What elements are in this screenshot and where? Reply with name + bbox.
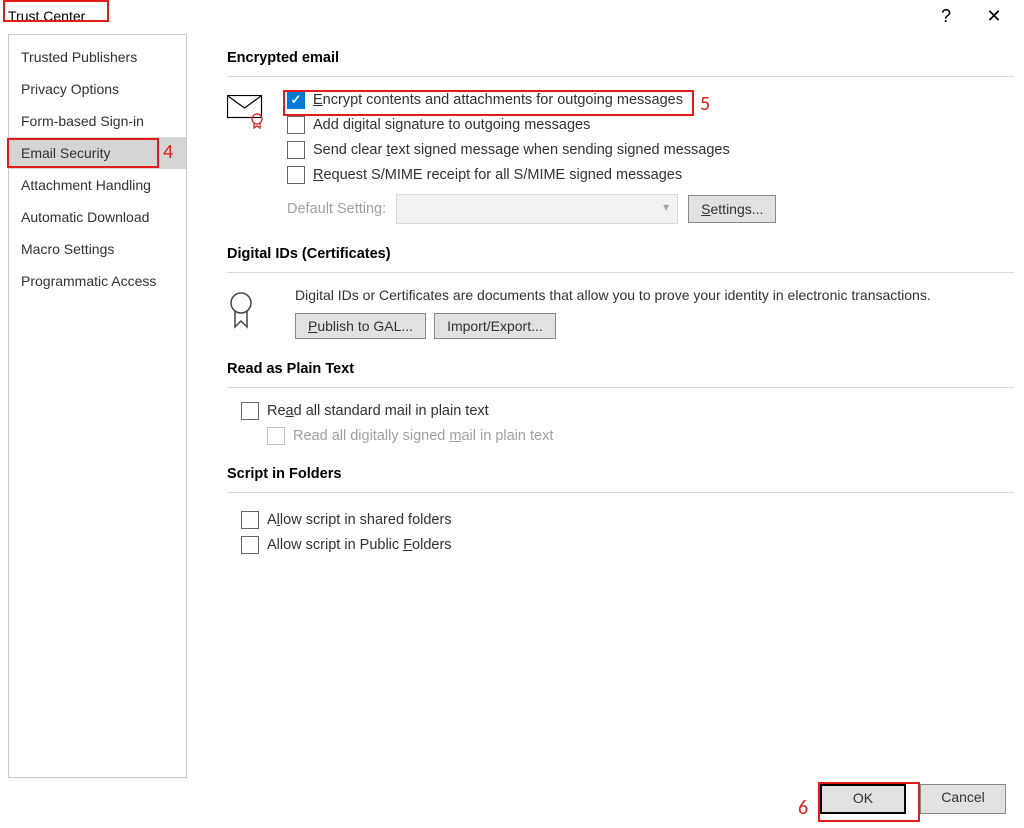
- sidebar: Trusted Publishers Privacy Options Form-…: [8, 34, 187, 778]
- dialog-body: Trusted Publishers Privacy Options Form-…: [0, 32, 1024, 778]
- read-signed-plain-checkbox-row: Read all digitally signed mail in plain …: [267, 427, 1014, 445]
- sidebar-item-privacy-options[interactable]: Privacy Options: [9, 73, 186, 105]
- publish-to-gal-button[interactable]: Publish to GAL...: [295, 313, 426, 339]
- digital-ids-body: Digital IDs or Certificates are document…: [295, 287, 1014, 339]
- help-button[interactable]: ?: [932, 7, 960, 25]
- divider: [227, 76, 1014, 77]
- sidebar-item-trusted-publishers[interactable]: Trusted Publishers: [9, 41, 186, 73]
- envelope-icon: [227, 91, 275, 133]
- sidebar-item-form-based-signin[interactable]: Form-based Sign-in: [9, 105, 186, 137]
- read-signed-plain-label: Read all digitally signed mail in plain …: [293, 428, 553, 444]
- script-shared-checkbox-row[interactable]: Allow script in shared folders: [241, 511, 1014, 529]
- digital-ids-description: Digital IDs or Certificates are document…: [295, 287, 1014, 303]
- default-setting-label: Default Setting:: [287, 201, 386, 217]
- add-signature-checkbox-row[interactable]: Add digital signature to outgoing messag…: [287, 116, 1014, 134]
- sidebar-item-programmatic-access[interactable]: Programmatic Access: [9, 265, 186, 297]
- clear-text-label: Send clear text signed message when send…: [313, 142, 730, 158]
- digital-ids-buttons: Publish to GAL... Import/Export...: [295, 313, 1014, 339]
- sidebar-item-email-security[interactable]: Email Security: [9, 137, 186, 169]
- encrypted-checklist: ✓ Encrypt contents and attachments for o…: [275, 91, 1014, 224]
- checkbox-icon: [287, 116, 305, 134]
- section-script-title: Script in Folders: [227, 466, 1014, 482]
- dialog-footer: OK Cancel: [820, 784, 1006, 814]
- window-title: Trust Center: [8, 8, 85, 24]
- titlebar: Trust Center ? ✕: [0, 0, 1024, 32]
- section-digital-ids-title: Digital IDs (Certificates): [227, 246, 1014, 262]
- add-signature-label: Add digital signature to outgoing messag…: [313, 117, 590, 133]
- default-setting-combobox[interactable]: [396, 194, 678, 224]
- close-button[interactable]: ✕: [980, 7, 1008, 25]
- encrypted-email-section: ✓ Encrypt contents and attachments for o…: [227, 91, 1014, 224]
- annotation-label-6: 6: [798, 796, 808, 820]
- checkbox-icon: [287, 166, 305, 184]
- ok-button[interactable]: OK: [820, 784, 906, 814]
- sidebar-item-attachment-handling[interactable]: Attachment Handling: [9, 169, 186, 201]
- script-shared-label: Allow script in shared folders: [267, 512, 452, 528]
- window-controls: ? ✕: [932, 7, 1018, 25]
- checkbox-icon: [241, 511, 259, 529]
- read-standard-plain-label: Read all standard mail in plain text: [267, 403, 489, 419]
- encrypt-contents-label: Encrypt contents and attachments for out…: [313, 92, 683, 108]
- checkbox-icon: [267, 427, 285, 445]
- default-setting-row: Default Setting: Settings...: [287, 194, 1014, 224]
- sidebar-item-automatic-download[interactable]: Automatic Download: [9, 201, 186, 233]
- certificate-icon: [227, 287, 275, 335]
- checkbox-icon: [287, 141, 305, 159]
- divider: [227, 492, 1014, 493]
- divider: [227, 272, 1014, 273]
- sidebar-item-macro-settings[interactable]: Macro Settings: [9, 233, 186, 265]
- trust-center-window: Trust Center ? ✕ Trusted Publishers Priv…: [0, 0, 1024, 828]
- import-export-button[interactable]: Import/Export...: [434, 313, 556, 339]
- section-encrypted-email-title: Encrypted email: [227, 50, 1014, 66]
- digital-ids-section: Digital IDs or Certificates are document…: [227, 287, 1014, 339]
- content-pane: Encrypted email ✓ Encrypt contents and a…: [187, 32, 1024, 778]
- script-section: Allow script in shared folders Allow scr…: [227, 507, 1014, 554]
- section-plain-text-title: Read as Plain Text: [227, 361, 1014, 377]
- checkbox-icon: [241, 402, 259, 420]
- smime-receipt-label: Request S/MIME receipt for all S/MIME si…: [313, 167, 682, 183]
- plain-text-section: Read all standard mail in plain text Rea…: [227, 387, 1014, 445]
- encrypt-contents-checkbox-row[interactable]: ✓ Encrypt contents and attachments for o…: [287, 91, 1014, 109]
- clear-text-checkbox-row[interactable]: Send clear text signed message when send…: [287, 141, 1014, 159]
- script-public-checkbox-row[interactable]: Allow script in Public Folders: [241, 536, 1014, 554]
- checkbox-icon: [241, 536, 259, 554]
- cancel-button[interactable]: Cancel: [920, 784, 1006, 814]
- settings-button[interactable]: Settings...: [688, 195, 776, 223]
- smime-receipt-checkbox-row[interactable]: Request S/MIME receipt for all S/MIME si…: [287, 166, 1014, 184]
- checkbox-checked-icon: ✓: [287, 91, 305, 109]
- read-standard-plain-checkbox-row[interactable]: Read all standard mail in plain text: [241, 402, 1014, 420]
- script-public-label: Allow script in Public Folders: [267, 537, 452, 553]
